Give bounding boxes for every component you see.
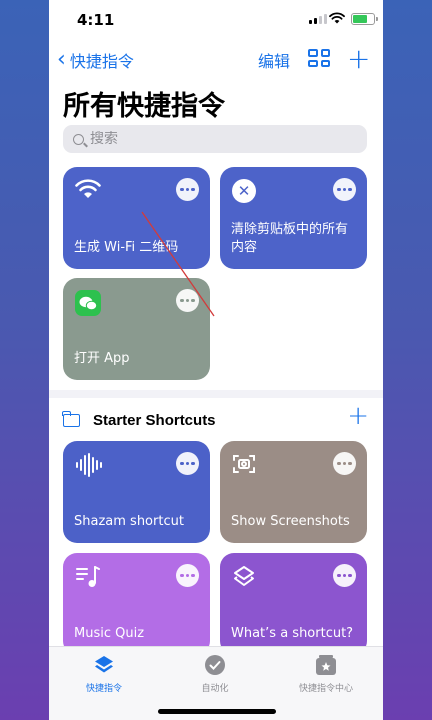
navigation-bar: ‹ 快捷指令 编辑 + [49, 42, 383, 75]
search-input[interactable] [90, 131, 330, 147]
status-bar: 4:11 [49, 0, 383, 40]
x-circle-icon: ✕ [232, 179, 256, 203]
shortcut-tile-wifi-qr[interactable]: 生成 Wi-Fi 二维码 [63, 167, 210, 269]
tab-label: 自动化 [201, 684, 229, 694]
back-button[interactable]: ‹ 快捷指令 [57, 48, 134, 72]
battery-icon [351, 13, 378, 25]
grid-view-icon[interactable] [308, 49, 330, 67]
status-time: 4:11 [77, 11, 115, 29]
shortcut-tile-show-screenshots[interactable]: Show Screenshots [220, 441, 367, 543]
clock-check-icon [205, 655, 225, 675]
tab-label: 快捷指令中心 [298, 684, 353, 694]
back-label: 快捷指令 [69, 52, 134, 71]
cellular-signal-icon [309, 14, 327, 24]
add-shortcut-button[interactable]: + [347, 42, 370, 75]
wechat-icon [75, 290, 101, 316]
more-options-button[interactable] [176, 564, 199, 587]
shortcuts-stack-icon [95, 656, 113, 673]
shortcut-tile-open-app[interactable]: 打开 App [63, 278, 210, 380]
section-divider [49, 390, 383, 398]
shortcut-tile-whats-a-shortcut[interactable]: What’s a shortcut? [220, 553, 367, 655]
more-options-button[interactable] [176, 289, 199, 312]
more-options-button[interactable] [333, 564, 356, 587]
shortcut-tile-shazam[interactable]: Shazam shortcut [63, 441, 210, 543]
home-indicator[interactable] [158, 709, 276, 714]
shortcut-tile-music-quiz[interactable]: Music Quiz [63, 553, 210, 655]
gallery-icon [316, 655, 336, 675]
more-options-button[interactable] [176, 178, 199, 201]
layers-icon [234, 566, 254, 586]
wifi-status-icon [329, 12, 345, 24]
wifi-icon [75, 179, 101, 198]
waveform-icon [76, 453, 102, 477]
shortcut-label: What’s a shortcut? [231, 626, 354, 641]
folder-icon [62, 410, 80, 427]
shortcut-label: 清除剪贴板中的所有内容 [231, 222, 349, 255]
edit-button[interactable]: 编辑 [258, 48, 290, 72]
add-to-folder-button[interactable]: + [347, 401, 369, 431]
tab-automation[interactable]: 自动化 [160, 653, 270, 694]
tab-label: 快捷指令 [85, 684, 122, 694]
starter-section-header: Starter Shortcuts + [62, 401, 369, 431]
phone-screen: 4:11 ‹ 快捷指令 编辑 + 所有快捷指令 生成 Wi-Fi [49, 0, 383, 720]
shortcut-tile-clear-clipboard[interactable]: ✕ 清除剪贴板中的所有内容 [220, 167, 367, 269]
search-icon [73, 133, 84, 145]
shortcut-label: 生成 Wi-Fi 二维码 [74, 240, 179, 255]
more-options-button[interactable] [176, 452, 199, 475]
more-options-button[interactable] [333, 452, 356, 475]
tab-gallery[interactable]: 快捷指令中心 [271, 653, 381, 694]
screenshot-icon [233, 455, 255, 473]
page-title: 所有快捷指令 [63, 91, 225, 122]
more-options-button[interactable] [333, 178, 356, 201]
section-title: Starter Shortcuts [93, 411, 216, 429]
shortcut-label: Show Screenshots [231, 514, 350, 529]
search-bar[interactable] [63, 125, 367, 153]
tab-shortcuts[interactable]: 快捷指令 [49, 653, 159, 694]
chevron-left-icon: ‹ [57, 47, 66, 72]
shortcut-label: Music Quiz [74, 626, 145, 641]
shortcut-label: Shazam shortcut [74, 514, 184, 529]
music-list-icon [76, 566, 100, 587]
shortcut-label: 打开 App [74, 351, 130, 366]
